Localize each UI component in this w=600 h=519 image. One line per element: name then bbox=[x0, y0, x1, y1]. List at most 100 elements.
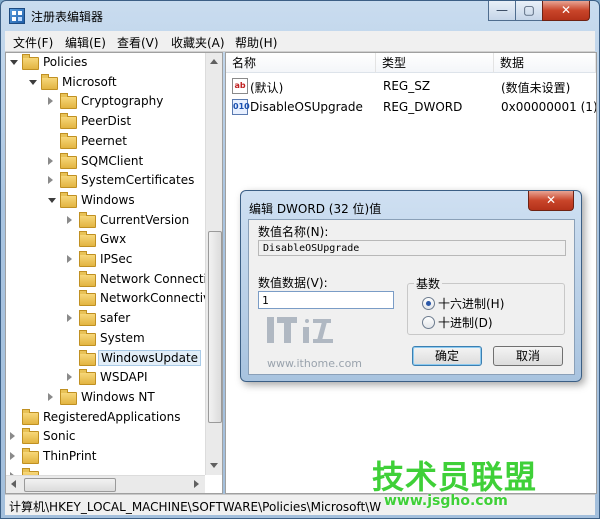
tree-item[interactable]: Peernet bbox=[6, 132, 205, 152]
folder-icon bbox=[60, 132, 77, 149]
window-title: 注册表编辑器 bbox=[31, 10, 104, 24]
dec-radio[interactable] bbox=[422, 316, 435, 329]
folder-icon bbox=[60, 113, 77, 130]
expand-arrow-icon[interactable] bbox=[67, 373, 72, 382]
dec-radio-label[interactable]: 十进制(D) bbox=[438, 314, 493, 331]
expand-arrow-icon[interactable] bbox=[67, 255, 72, 263]
value-data-input[interactable] bbox=[258, 291, 394, 309]
folder-icon bbox=[22, 408, 39, 425]
close-button[interactable]: ✕ bbox=[542, 1, 590, 21]
site-name-watermark: 技术员联盟 bbox=[372, 458, 538, 496]
tree-item-label: Microsoft bbox=[62, 74, 117, 89]
folder-icon bbox=[79, 329, 96, 346]
folder-icon bbox=[79, 349, 96, 366]
expand-arrow-icon[interactable] bbox=[10, 452, 15, 460]
dword-value-icon: 010 bbox=[232, 99, 250, 115]
tree-item[interactable]: Sonic bbox=[6, 428, 205, 447]
menu-favorites[interactable]: 收藏夹(A) bbox=[171, 34, 225, 51]
base-label: 基数 bbox=[414, 275, 443, 292]
tree-item[interactable]: WindowsUpdate bbox=[6, 349, 205, 369]
key-tree-pane[interactable]: Policies Microsoft Cryptography PeerDist Pee… bbox=[5, 52, 223, 494]
tree-item-label: Windows bbox=[81, 192, 135, 207]
value-type: REG_DWORD bbox=[383, 100, 463, 114]
value-name-field: DisableOSUpgrade bbox=[258, 240, 566, 256]
tree-item[interactable]: Microsoft bbox=[6, 73, 205, 93]
tree-item[interactable]: Gwx bbox=[6, 231, 205, 250]
scroll-right-arrow-icon[interactable] bbox=[194, 480, 199, 488]
tree-item-label: PeerDist bbox=[81, 114, 132, 129]
expand-arrow-icon[interactable] bbox=[48, 97, 53, 106]
tree-item[interactable]: Policies bbox=[6, 54, 205, 73]
expand-arrow-icon[interactable] bbox=[67, 215, 72, 224]
column-header-type[interactable]: 类型 bbox=[376, 53, 494, 73]
tree-item[interactable]: Windows bbox=[6, 191, 205, 211]
tree-vertical-scroll-thumb[interactable] bbox=[208, 231, 222, 423]
dialog-close-button[interactable]: ✕ bbox=[528, 191, 574, 211]
tree-item[interactable]: Cryptography bbox=[6, 93, 205, 112]
folder-icon bbox=[79, 231, 96, 248]
ithome-logo bbox=[267, 315, 347, 355]
tree-item-label: Network Connecti bbox=[100, 271, 207, 286]
expand-arrow-icon[interactable] bbox=[48, 156, 53, 165]
tree-item[interactable]: Windows NT bbox=[6, 388, 205, 408]
menu-help[interactable]: 帮助(H) bbox=[235, 34, 277, 51]
menu-bar: 文件(F) 编辑(E) 查看(V) 收藏夹(A) 帮助(H) bbox=[5, 31, 595, 52]
hex-radio[interactable] bbox=[422, 297, 435, 310]
tree-item-label: Gwx bbox=[100, 232, 127, 247]
folder-icon bbox=[60, 388, 77, 405]
column-header-data[interactable]: 数据 bbox=[494, 53, 596, 73]
tree-item[interactable]: safer bbox=[6, 310, 205, 329]
tree-item-label: Policies bbox=[43, 55, 88, 69]
tree-item[interactable]: PeerDist bbox=[6, 113, 205, 132]
tree-item-label: NetworkConnectiv bbox=[100, 291, 211, 306]
folder-icon bbox=[60, 152, 77, 169]
tree-item[interactable]: WSDAPI bbox=[6, 369, 205, 388]
folder-icon bbox=[79, 310, 96, 327]
expand-arrow-icon[interactable] bbox=[67, 314, 72, 323]
status-path: 计算机\HKEY_LOCAL_MACHINE\SOFTWARE\Policies… bbox=[9, 500, 382, 514]
value-name: DisableOSUpgrade bbox=[250, 100, 363, 114]
expand-arrow-icon[interactable] bbox=[10, 432, 15, 441]
menu-edit[interactable]: 编辑(E) bbox=[65, 34, 106, 51]
tree-item-label: ThinPrint bbox=[43, 449, 97, 463]
ok-button[interactable]: 确定 bbox=[412, 346, 482, 366]
regedit-app-icon bbox=[9, 8, 25, 24]
collapse-arrow-icon[interactable] bbox=[10, 60, 18, 65]
menu-view[interactable]: 查看(V) bbox=[117, 34, 159, 51]
tree-item-label: IPSec bbox=[100, 252, 133, 266]
edit-dword-dialog: 编辑 DWORD (32 位)值 ✕ 数值名称(N): DisableOSUpg… bbox=[240, 190, 582, 382]
tree-item[interactable]: ThinPrint bbox=[6, 448, 205, 467]
cancel-button[interactable]: 取消 bbox=[493, 346, 563, 366]
tree-item[interactable]: CurrentVersion bbox=[6, 211, 205, 231]
scroll-down-arrow-icon[interactable] bbox=[210, 463, 218, 468]
scroll-left-arrow-icon[interactable] bbox=[11, 480, 16, 488]
tree-horizontal-scroll-thumb[interactable] bbox=[24, 478, 116, 492]
tree-item[interactable]: RegisteredApplications bbox=[6, 408, 205, 428]
title-bar[interactable]: 注册表编辑器 — ▢ ✕ bbox=[1, 1, 599, 31]
maximize-button[interactable]: ▢ bbox=[515, 1, 543, 21]
expand-arrow-icon[interactable] bbox=[48, 392, 53, 401]
tree-item[interactable]: Network Connecti bbox=[6, 270, 207, 290]
menu-file[interactable]: 文件(F) bbox=[13, 34, 53, 51]
tree-item[interactable]: SQMClient bbox=[6, 152, 205, 172]
collapse-arrow-icon[interactable] bbox=[29, 79, 37, 85]
tree-item-label: CurrentVersion bbox=[100, 212, 190, 227]
tree-item[interactable]: IPSec bbox=[6, 251, 205, 270]
expand-arrow-icon[interactable] bbox=[48, 176, 53, 185]
tree-vertical-scrollbar[interactable] bbox=[205, 53, 222, 475]
folder-icon bbox=[79, 211, 96, 228]
scroll-up-arrow-icon[interactable] bbox=[210, 59, 218, 64]
hex-radio-label[interactable]: 十六进制(H) bbox=[438, 295, 504, 312]
tree-horizontal-scrollbar[interactable] bbox=[6, 475, 205, 493]
tree-item[interactable]: NetworkConnectiv bbox=[6, 290, 210, 309]
folder-icon bbox=[60, 172, 77, 189]
folder-icon bbox=[79, 290, 96, 307]
minimize-button[interactable]: — bbox=[488, 1, 516, 21]
collapse-arrow-icon[interactable] bbox=[48, 197, 56, 203]
tree-item-label: WindowsUpdate bbox=[98, 349, 202, 366]
column-header-name[interactable]: 名称 bbox=[226, 53, 376, 73]
tree-item[interactable]: SystemCertificates bbox=[6, 172, 205, 191]
folder-icon bbox=[22, 54, 39, 70]
tree-item-label: SystemCertificates bbox=[81, 173, 195, 188]
tree-item[interactable]: System bbox=[6, 329, 205, 349]
